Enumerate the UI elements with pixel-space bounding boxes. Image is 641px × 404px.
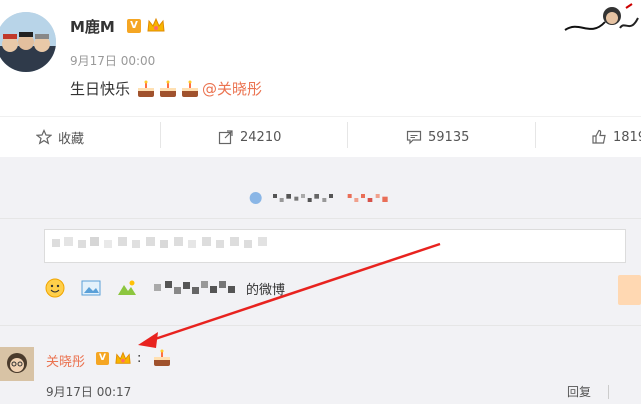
emoji-icon[interactable] — [44, 277, 66, 299]
mosaic-blur — [52, 237, 267, 248]
repost-count: 24210 — [240, 129, 282, 145]
cake-icon — [154, 349, 170, 366]
divider — [608, 385, 609, 399]
divider — [535, 122, 536, 148]
star-icon — [36, 129, 52, 145]
send-button[interactable] — [618, 275, 641, 305]
post-content: 生日快乐 @关晓彤 — [70, 78, 262, 99]
author-avatar[interactable] — [0, 12, 56, 72]
verified-badge: V — [127, 19, 141, 33]
comment-time: 9月17日 00:17 — [46, 385, 132, 399]
comment-icon — [406, 130, 422, 145]
comment-button[interactable]: 59135 — [406, 117, 469, 157]
reply-button[interactable]: 回复 — [567, 383, 591, 400]
composer-toolbar: 的微博 — [44, 275, 285, 301]
commenter-name[interactable]: 关晓彤 — [46, 351, 85, 370]
thumb-up-icon — [592, 129, 606, 144]
commenter-avatar[interactable] — [0, 347, 34, 381]
repost-button[interactable]: 24210 — [218, 117, 281, 157]
comment-composer: 的微博 — [0, 218, 641, 314]
verified-badge: V — [96, 352, 109, 365]
weibo-post: M鹿M V 9月17日 00:00 生日快乐 @关晓彤 收藏 24210 591… — [0, 0, 641, 158]
action-bar: 收藏 24210 59135 1819 — [0, 116, 641, 157]
crown-icon — [115, 351, 131, 364]
censored-banner — [0, 178, 641, 218]
signature-decoration — [564, 3, 639, 31]
like-button[interactable]: 1819 — [591, 117, 641, 157]
comment-item: 关晓彤 V : 9月17日 00:17 回复 — [0, 327, 641, 404]
topic-icon[interactable] — [116, 277, 138, 299]
cake-icon — [182, 80, 199, 97]
divider — [0, 325, 641, 326]
divider — [347, 122, 348, 148]
mosaic-blur — [249, 192, 388, 204]
post-time[interactable]: 9月17日 00:00 — [70, 52, 155, 69]
cake-icon — [160, 80, 177, 97]
image-icon[interactable] — [80, 277, 102, 299]
author-name[interactable]: M鹿M — [70, 16, 115, 37]
mention-link[interactable]: @关晓彤 — [202, 78, 262, 99]
favorite-button[interactable]: 收藏 — [36, 117, 84, 157]
crown-icon — [147, 17, 165, 32]
comment-colon: : — [137, 351, 142, 366]
share-icon — [218, 130, 233, 145]
like-count: 1819 — [613, 129, 641, 145]
favorite-label: 收藏 — [58, 131, 85, 147]
comment-count: 59135 — [428, 129, 470, 145]
post-text: 生日快乐 — [70, 80, 131, 98]
cake-icon — [138, 80, 155, 97]
comment-section: 的微博 关晓彤 V : 9月17日 00:17 回复 — [0, 170, 641, 404]
divider — [160, 122, 161, 148]
mosaic-blur — [154, 281, 235, 294]
composer-toolbar-text: 的微博 — [246, 282, 286, 298]
